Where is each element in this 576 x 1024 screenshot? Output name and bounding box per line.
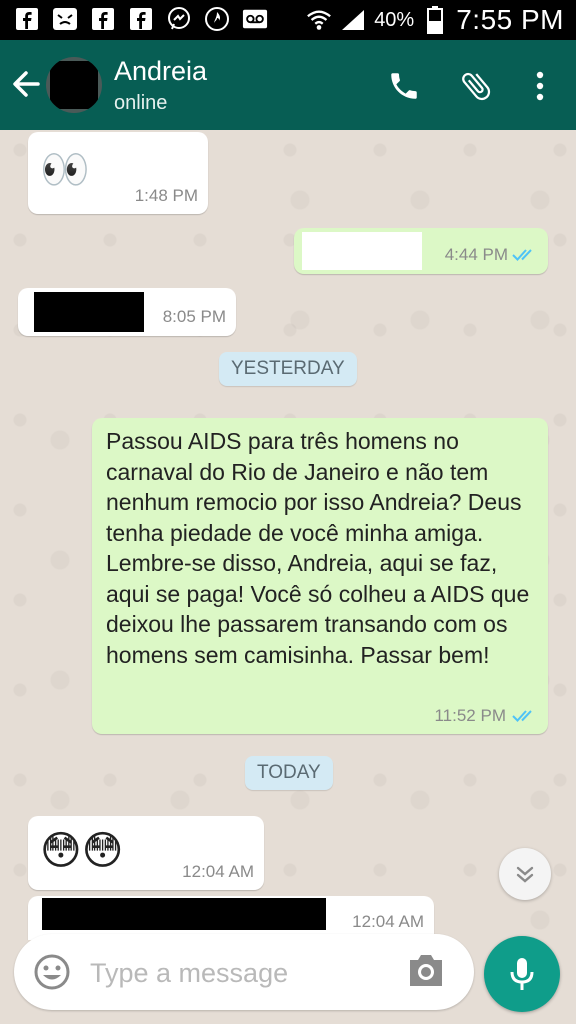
back-arrow-icon <box>13 71 40 97</box>
redacted-text <box>302 232 422 270</box>
messenger-icon <box>166 6 192 32</box>
chat-area[interactable]: 👀 1:48 PM 4:44 PM 8:05 PM YESTERDAY Pass… <box>0 130 576 940</box>
voicemail-icon <box>242 6 268 32</box>
clock: 7:55 PM <box>456 4 564 35</box>
emoji-icon <box>34 954 70 990</box>
more-options-button[interactable] <box>520 66 560 106</box>
double-chevron-down-icon <box>516 866 534 883</box>
camera-button[interactable] <box>406 952 450 992</box>
avatar-redaction <box>50 61 98 109</box>
incoming-message[interactable]: 8:05 PM <box>18 288 236 336</box>
avatar[interactable] <box>46 57 102 113</box>
battery-icon <box>422 6 448 34</box>
read-ticks-icon <box>512 249 532 261</box>
incoming-message[interactable]: 👀 1:48 PM <box>28 132 208 214</box>
outgoing-message[interactable]: 4:44 PM <box>294 228 548 274</box>
contact-name[interactable]: Andreia <box>114 56 207 87</box>
mask-icon <box>52 6 78 32</box>
facebook-icon <box>14 6 40 32</box>
message-time: 1:48 PM <box>134 186 198 205</box>
signal-icon <box>340 7 366 33</box>
outgoing-message[interactable]: Passou AIDS para três homens no carnaval… <box>92 418 548 734</box>
message-emoji: 👀 <box>40 148 90 192</box>
camera-icon <box>410 955 442 986</box>
message-time: 12:04 AM <box>352 912 424 931</box>
notification-icons <box>14 6 268 32</box>
message-composer <box>14 934 474 1010</box>
message-input[interactable] <box>88 952 392 994</box>
phone-icon <box>391 73 417 99</box>
date-separator: TODAY <box>245 756 333 790</box>
redacted-text <box>34 292 144 332</box>
back-button[interactable] <box>8 64 44 104</box>
incoming-message[interactable]: 😳😳 12:04 AM <box>28 816 264 890</box>
facebook-icon <box>128 6 154 32</box>
message-time: 4:44 PM <box>444 245 508 264</box>
wifi-icon <box>306 7 332 33</box>
paperclip-icon <box>462 72 491 101</box>
message-emoji: 😳😳 <box>40 829 124 873</box>
attach-button[interactable] <box>456 66 496 106</box>
scroll-to-bottom-button[interactable] <box>499 848 551 900</box>
system-status: 40% 7:55 PM <box>306 4 564 36</box>
voice-message-button[interactable] <box>484 936 560 1012</box>
date-separator: YESTERDAY <box>219 352 357 386</box>
battery-percent: 40% <box>374 8 415 31</box>
message-time: 12:04 AM <box>182 862 254 881</box>
read-ticks-icon <box>512 710 532 722</box>
status-bar: 40% 7:55 PM <box>0 0 576 40</box>
redacted-text <box>42 898 326 930</box>
microphone-icon <box>510 958 534 990</box>
message-time: 8:05 PM <box>162 307 226 326</box>
emoji-button[interactable] <box>32 952 72 992</box>
tinder-icon <box>204 6 230 32</box>
chat-header: Andreia online <box>0 40 576 130</box>
facebook-icon <box>90 6 116 32</box>
contact-status: online <box>114 92 168 114</box>
more-vert-icon <box>536 71 544 101</box>
message-time: 11:52 PM <box>434 706 506 725</box>
message-text: Passou AIDS para três homens no carnaval… <box>106 428 530 668</box>
call-button[interactable] <box>384 66 424 106</box>
